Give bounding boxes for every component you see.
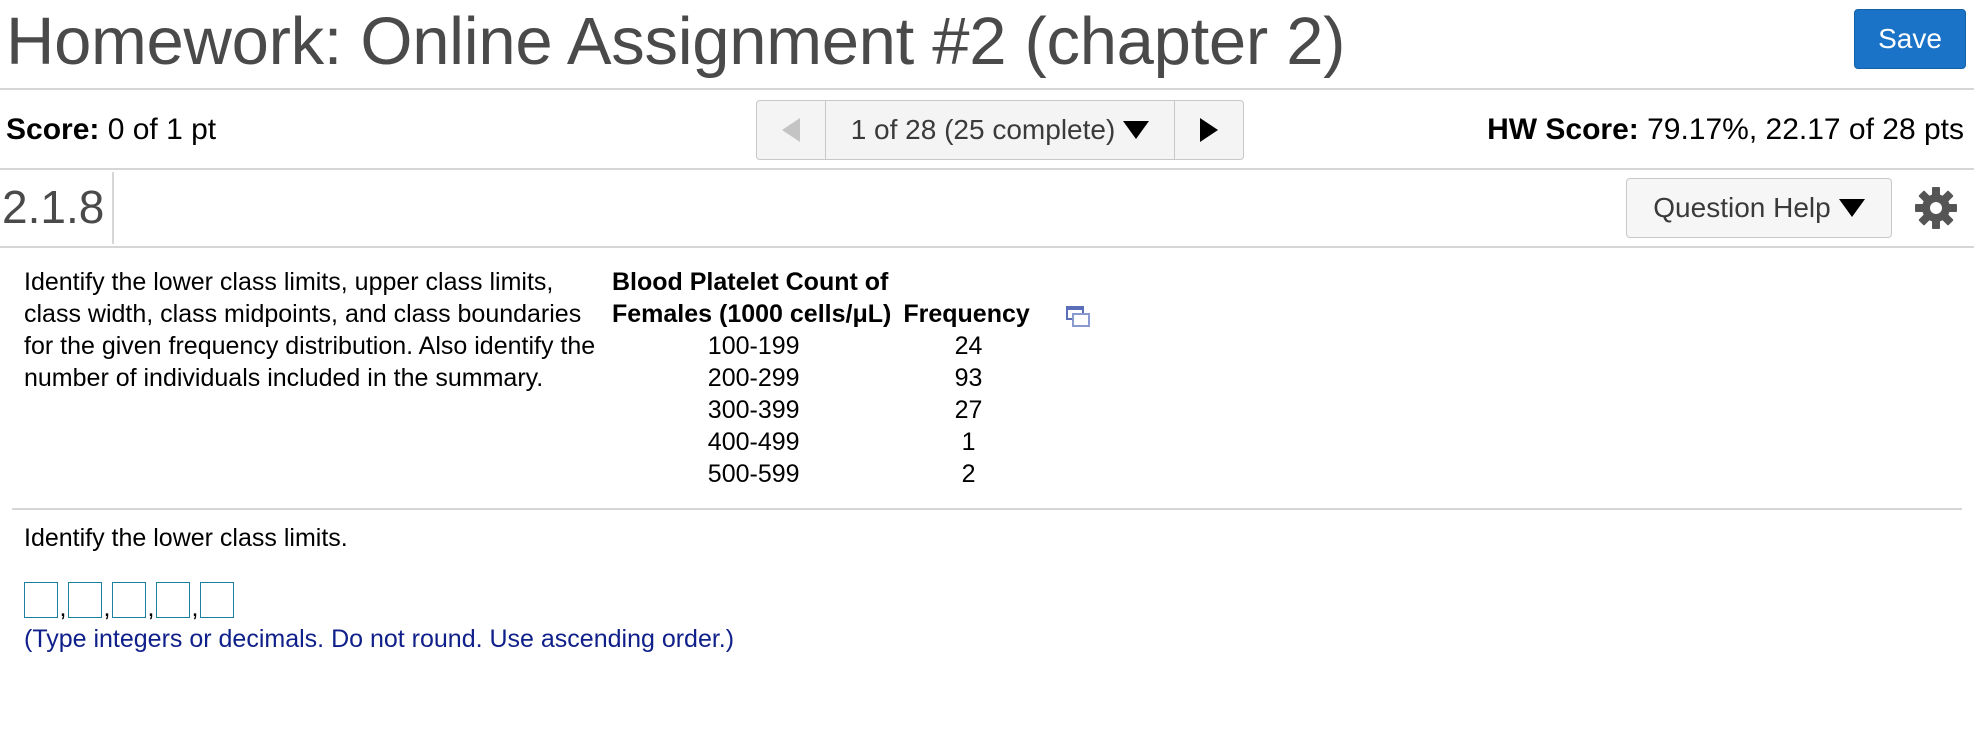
table-row: 500-599 2 (608, 458, 1038, 490)
hw-score: HW Score: 79.17%, 22.17 of 28 pts (1487, 112, 1964, 148)
table-cell-range: 500-599 (707, 460, 800, 488)
section-divider (12, 508, 1962, 510)
previous-question-button[interactable] (757, 101, 826, 159)
page-title: Homework: Online Assignment #2 (chapter … (6, 4, 1346, 79)
table-cell-range: 400-499 (707, 428, 800, 456)
triangle-right-icon (1200, 118, 1218, 142)
save-button[interactable]: Save (1854, 9, 1966, 69)
answer-separator: , (191, 594, 199, 622)
table-row: 400-499 1 (608, 426, 1038, 458)
answer-input-4[interactable] (156, 582, 190, 618)
answer-hint: (Type integers or decimals. Do not round… (24, 625, 735, 653)
table-header-platelet: Blood Platelet Count of Females (1000 ce… (608, 266, 899, 330)
table-cell-frequency: 24 (954, 332, 983, 360)
page-header: Homework: Online Assignment #2 (chapter … (0, 0, 1974, 90)
score-label: Score: (6, 113, 100, 146)
answer-input-1[interactable] (24, 582, 58, 618)
answer-input-3[interactable] (112, 582, 146, 618)
table-cell-range: 200-299 (707, 364, 800, 392)
frequency-table: Blood Platelet Count of Females (1000 ce… (608, 266, 1038, 490)
triangle-left-icon (782, 118, 800, 142)
chevron-down-icon (1123, 121, 1150, 139)
question-navigator: 1 of 28 (25 complete) (756, 100, 1244, 160)
answer-separator: , (147, 594, 155, 622)
gear-icon[interactable] (1914, 186, 1958, 230)
question-select-label: 1 of 28 (25 complete) (850, 114, 1116, 145)
next-question-button[interactable] (1174, 101, 1243, 159)
answer-input-5[interactable] (200, 582, 234, 618)
answer-separator: , (103, 594, 111, 622)
table-header-frequency: Frequency (903, 300, 1030, 328)
hw-score-value: 79.17%, 22.17 of 28 pts (1647, 113, 1964, 146)
table-cell-frequency: 27 (954, 396, 983, 424)
score-bar: Score: 0 of 1 pt 1 of 28 (25 complete) H… (0, 90, 1974, 170)
question-help-button[interactable]: Question Help (1626, 178, 1892, 238)
table-header-platelet-line2: Females (1000 cells/μL) (612, 300, 892, 328)
copy-data-icon[interactable] (1066, 306, 1090, 328)
table-row: 200-299 93 (608, 362, 1038, 394)
answer-input-2[interactable] (68, 582, 102, 618)
table-cell-frequency: 2 (961, 460, 976, 488)
table-cell-range: 100-199 (707, 332, 800, 360)
score-value: 0 of 1 pt (107, 113, 217, 146)
question-select-dropdown[interactable]: 1 of 28 (25 complete) (826, 101, 1174, 159)
answer-separator: , (59, 594, 67, 622)
question-number: 2.1.8 (2, 172, 114, 244)
question-score: Score: 0 of 1 pt (6, 112, 216, 148)
question-help-label: Question Help (1653, 192, 1831, 223)
chevron-down-icon (1838, 199, 1865, 217)
question-bar: 2.1.8 Question Help (0, 170, 1974, 248)
problem-statement: Identify the lower class limits, upper c… (24, 268, 596, 392)
table-row: 300-399 27 (608, 394, 1038, 426)
question-prompt: Identify the lower class limits. (24, 524, 348, 552)
table-header-platelet-line1: Blood Platelet Count of (612, 268, 889, 296)
table-row: 100-199 24 (608, 330, 1038, 362)
table-cell-frequency: 1 (961, 428, 976, 456)
table-cell-frequency: 93 (954, 364, 983, 392)
hw-score-label: HW Score: (1487, 113, 1639, 146)
table-cell-range: 300-399 (707, 396, 800, 424)
answer-inputs: , , , , (24, 582, 234, 622)
